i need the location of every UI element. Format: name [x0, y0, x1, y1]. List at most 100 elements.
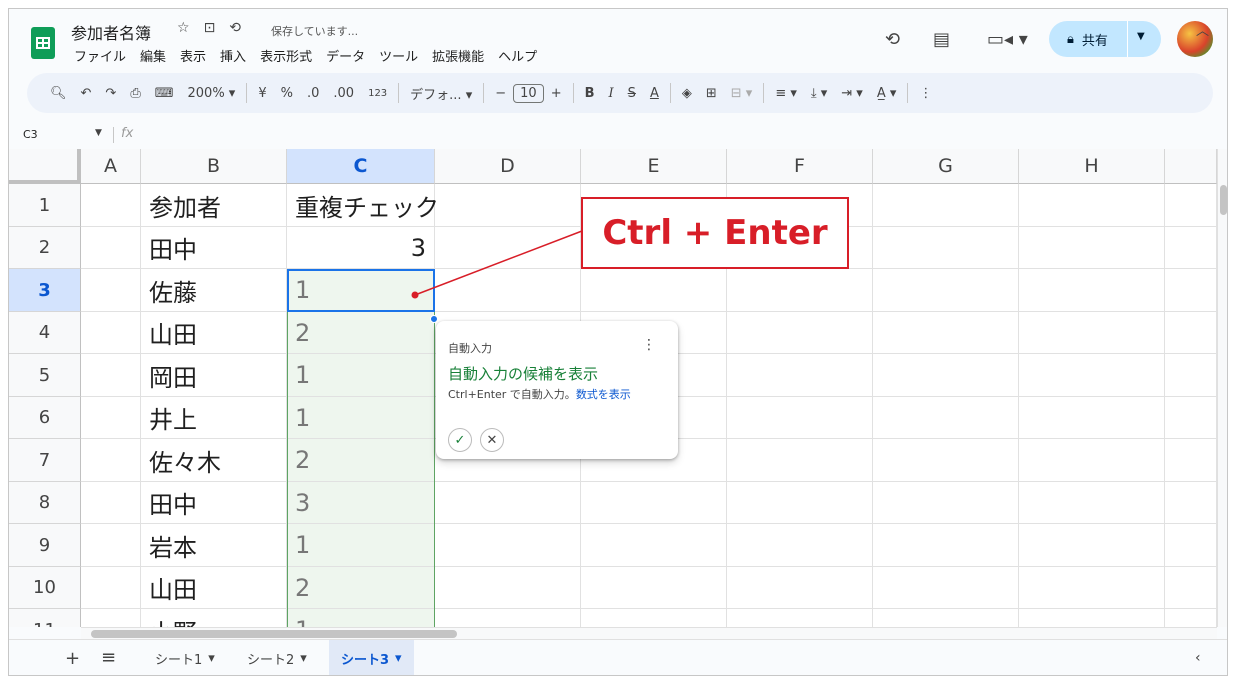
cell-h6[interactable]: [1019, 397, 1165, 439]
text-color-button[interactable]: A: [643, 86, 666, 101]
cell-f8[interactable]: [727, 482, 873, 524]
menu-help[interactable]: ヘルプ: [495, 46, 540, 65]
cell-h5[interactable]: [1019, 354, 1165, 397]
menu-view[interactable]: 表示: [177, 46, 209, 65]
font-size-increase-button[interactable]: +: [544, 86, 569, 101]
number-format-button[interactable]: 123: [361, 88, 394, 99]
text-wrap-icon[interactable]: ⇥ ▾: [834, 86, 870, 101]
cell-i8[interactable]: [1165, 482, 1217, 524]
cell-c2[interactable]: 3: [287, 227, 435, 269]
column-header-a[interactable]: A: [81, 149, 141, 184]
cell-d10[interactable]: [435, 567, 581, 609]
cell-i7[interactable]: [1165, 439, 1217, 482]
cell-c9[interactable]: 1: [287, 524, 435, 567]
cell-a5[interactable]: [81, 354, 141, 397]
cell-b11[interactable]: 小野: [141, 609, 287, 627]
cell-i6[interactable]: [1165, 397, 1217, 439]
menu-format[interactable]: 表示形式: [257, 46, 315, 65]
cell-c4[interactable]: 2: [287, 312, 435, 354]
sheet-tab[interactable]: シート1 ▾: [143, 640, 227, 675]
cell-c6[interactable]: 1: [287, 397, 435, 439]
cell-b7[interactable]: 佐々木: [141, 439, 287, 482]
cell-d3[interactable]: [435, 269, 581, 312]
column-header-g[interactable]: G: [873, 149, 1019, 184]
row-header[interactable]: 3: [9, 269, 81, 312]
fill-color-icon[interactable]: ◈: [675, 86, 699, 101]
cell-c8[interactable]: 3: [287, 482, 435, 524]
cell-g7[interactable]: [873, 439, 1019, 482]
cell-g11[interactable]: [873, 609, 1019, 627]
cell-e8[interactable]: [581, 482, 727, 524]
cell-c3[interactable]: 1: [287, 269, 435, 312]
share-button[interactable]: 🔒︎ 共有 ▼: [1049, 21, 1161, 57]
spreadsheet-grid[interactable]: A B C D E F G H 1 2 3 4 5 6 7 8 9 10 11 …: [9, 149, 1217, 627]
horizontal-scrollbar[interactable]: [81, 627, 1217, 639]
cell-a10[interactable]: [81, 567, 141, 609]
cell-b3[interactable]: 佐藤: [141, 269, 287, 312]
search-icon[interactable]: 🔍︎: [43, 86, 74, 101]
cell-b10[interactable]: 山田: [141, 567, 287, 609]
cell-i1[interactable]: [1165, 184, 1217, 227]
cell-f3[interactable]: [727, 269, 873, 312]
fill-handle[interactable]: [430, 315, 438, 323]
column-header-e[interactable]: E: [581, 149, 727, 184]
cell-a4[interactable]: [81, 312, 141, 354]
meet-icon[interactable]: ▭◂ ▾: [987, 29, 1028, 50]
cell-h7[interactable]: [1019, 439, 1165, 482]
borders-icon[interactable]: ⊞: [699, 86, 724, 101]
cell-d11[interactable]: [435, 609, 581, 627]
add-sheet-icon[interactable]: +: [65, 648, 80, 669]
cell-b2[interactable]: 田中: [141, 227, 287, 269]
cell-h9[interactable]: [1019, 524, 1165, 567]
menu-edit[interactable]: 編集: [137, 46, 169, 65]
all-sheets-icon[interactable]: ≡: [101, 647, 116, 668]
row-header[interactable]: 8: [9, 482, 81, 524]
menu-extensions[interactable]: 拡張機能: [429, 46, 487, 65]
column-header-i[interactable]: [1165, 149, 1217, 184]
menu-data[interactable]: データ: [323, 46, 368, 65]
cell-b6[interactable]: 井上: [141, 397, 287, 439]
cell-h2[interactable]: [1019, 227, 1165, 269]
cell-c5[interactable]: 1: [287, 354, 435, 397]
cell-b4[interactable]: 山田: [141, 312, 287, 354]
vertical-scrollbar[interactable]: [1217, 149, 1227, 627]
increase-decimal-button[interactable]: .00: [326, 86, 361, 101]
comments-icon[interactable]: ▤: [933, 29, 950, 50]
cell-a6[interactable]: [81, 397, 141, 439]
text-rotation-icon[interactable]: A̲ ▾: [870, 86, 904, 101]
row-header[interactable]: 6: [9, 397, 81, 439]
move-folder-icon[interactable]: ⊡: [204, 20, 216, 36]
column-header-c[interactable]: C: [287, 149, 435, 184]
cell-d2[interactable]: [435, 227, 581, 269]
row-header[interactable]: 1: [9, 184, 81, 227]
cell-a7[interactable]: [81, 439, 141, 482]
cell-i3[interactable]: [1165, 269, 1217, 312]
merge-cells-icon[interactable]: ⊟ ▾: [724, 86, 760, 101]
vertical-align-icon[interactable]: ⤓ ▾: [804, 86, 834, 101]
popup-more-icon[interactable]: ⋮: [642, 337, 656, 353]
decrease-decimal-button[interactable]: .0: [300, 86, 326, 101]
column-header-f[interactable]: F: [727, 149, 873, 184]
row-header[interactable]: 5: [9, 354, 81, 397]
cell-i4[interactable]: [1165, 312, 1217, 354]
cell-e10[interactable]: [581, 567, 727, 609]
row-header[interactable]: 10: [9, 567, 81, 609]
cell-h4[interactable]: [1019, 312, 1165, 354]
cell-h11[interactable]: [1019, 609, 1165, 627]
cell-a11[interactable]: [81, 609, 141, 627]
cell-d9[interactable]: [435, 524, 581, 567]
row-header[interactable]: 7: [9, 439, 81, 482]
cell-g10[interactable]: [873, 567, 1019, 609]
share-dropdown-icon[interactable]: ▼: [1137, 31, 1145, 42]
more-options-icon[interactable]: ⋮: [912, 86, 939, 101]
cell-h8[interactable]: [1019, 482, 1165, 524]
column-header-b[interactable]: B: [141, 149, 287, 184]
italic-button[interactable]: I: [602, 86, 621, 101]
cell-a1[interactable]: [81, 184, 141, 227]
cell-f6[interactable]: [727, 397, 873, 439]
cell-g2[interactable]: [873, 227, 1019, 269]
paint-format-icon[interactable]: ⌨: [148, 86, 181, 101]
cell-g6[interactable]: [873, 397, 1019, 439]
menu-insert[interactable]: 挿入: [217, 46, 249, 65]
sheet-tab[interactable]: シート2 ▾: [235, 640, 319, 675]
